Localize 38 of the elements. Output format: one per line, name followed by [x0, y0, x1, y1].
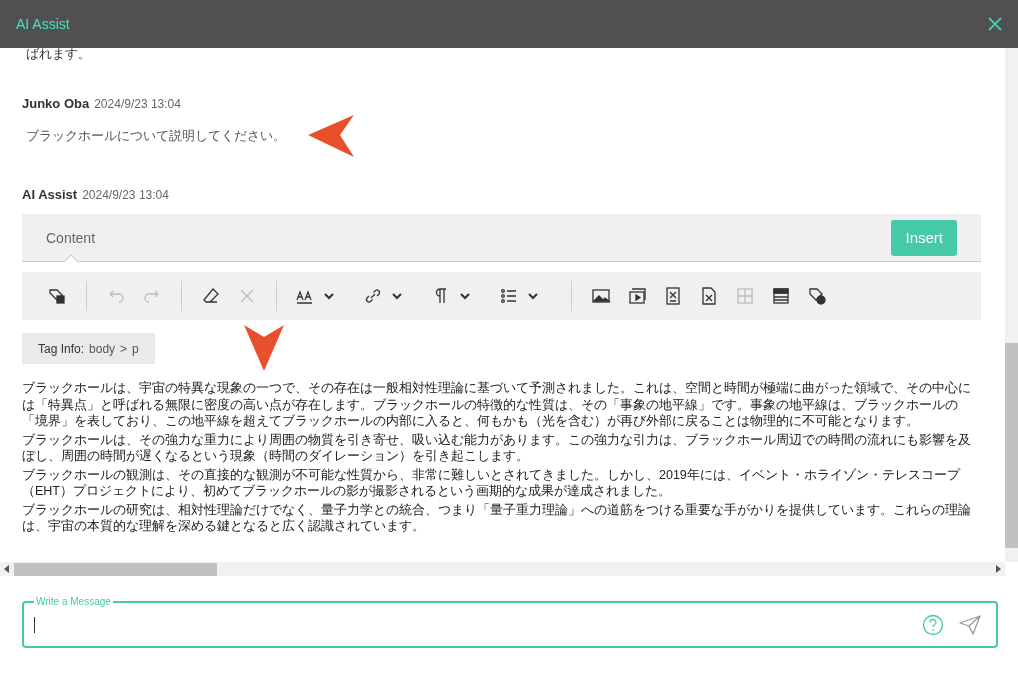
answer-paragraph: ブラックホールは、その強力な重力により周囲の物質を引き寄せ、吸い込む能力があります。この強力な引力は、ブラックホール周辺での時間の流れにも影響を及ぼし、周囲の時間が遅くなるという現象（時間のダイレーション）を引き起こします。: [22, 431, 972, 465]
document-x-icon: [699, 286, 719, 306]
panel-icon: [771, 286, 791, 306]
answer-paragraph: ブラックホールは、宇宙の特異な現象の一つで、その存在は一般相対性理論に基づいて予測されました。これは、空間と時間が極端に曲がった領域で、その中心には「特異点」と呼ばれる無限に密度の高い点が存在します。ブラックホールの特徴的な性質は、その「事象の地平線」です。事象の地平線は、ブラックホールの「境界」を表しており、この地平線を超えてブラックホールの内部に入ると、何もかも（光を含む）が再び外部に戻ることは物理的に不可能となります。: [22, 380, 972, 430]
caret-icon[interactable]: [527, 290, 539, 302]
document-icon: [663, 286, 683, 306]
timestamp: 2024/9/23 13:04: [94, 97, 181, 111]
link-icon: [363, 286, 383, 306]
close-icon[interactable]: [987, 16, 1003, 32]
path-separator: >: [120, 341, 128, 356]
message-text: ブラックホールについて説明してください。: [26, 127, 286, 145]
table-icon: [735, 286, 755, 306]
pointer-arrow-icon: [308, 115, 356, 157]
answer-paragraph: ブラックホールの観測は、その直接的な観測が不可能な性質から、非常に難しいとされてきました。しかし、2019年には、イベント・ホライゾン・テレスコープ（EHT）プロジェクトにより、初めてブラックホールの影が撮影されるという画期的な成果が達成されました。: [22, 466, 962, 500]
pointer-arrow-icon: [244, 325, 284, 371]
tag-info-label: Tag Info:: [38, 341, 85, 356]
window-title: AI Assist: [16, 16, 70, 32]
eraser-icon: [201, 286, 221, 306]
caret-icon[interactable]: [459, 290, 471, 302]
tag-path-item[interactable]: body: [89, 341, 116, 356]
timestamp: 2024/9/23 13:04: [82, 188, 169, 202]
caret-icon[interactable]: [391, 290, 403, 302]
text-cursor: [34, 616, 35, 633]
tag-path-item[interactable]: p: [132, 341, 139, 356]
author-name: AI Assist: [22, 187, 78, 202]
vertical-scrollbar[interactable]: [1005, 48, 1018, 562]
media-icon: [627, 286, 647, 306]
image-icon: [591, 286, 611, 306]
tag-grid-icon: [47, 286, 67, 306]
send-icon[interactable]: [958, 613, 982, 636]
caret-icon[interactable]: [323, 290, 335, 302]
message-text: ばれます。: [26, 48, 92, 63]
author-name: Junko Oba: [22, 96, 90, 111]
answer-paragraph: ブラックホールの研究は、相対性理論だけでなく、量子力学との統合、つまり「量子重力理論」への道筋をつける重要な手がかりを提供しています。これらの理論は、宇宙の本質的な理解を深める鍵となると広く認識されています。: [22, 501, 972, 535]
scroll-left-icon[interactable]: [4, 565, 10, 573]
list-icon: [499, 286, 519, 306]
horizontal-scrollbar[interactable]: [0, 562, 1005, 576]
scroll-right-icon[interactable]: [995, 565, 1001, 573]
